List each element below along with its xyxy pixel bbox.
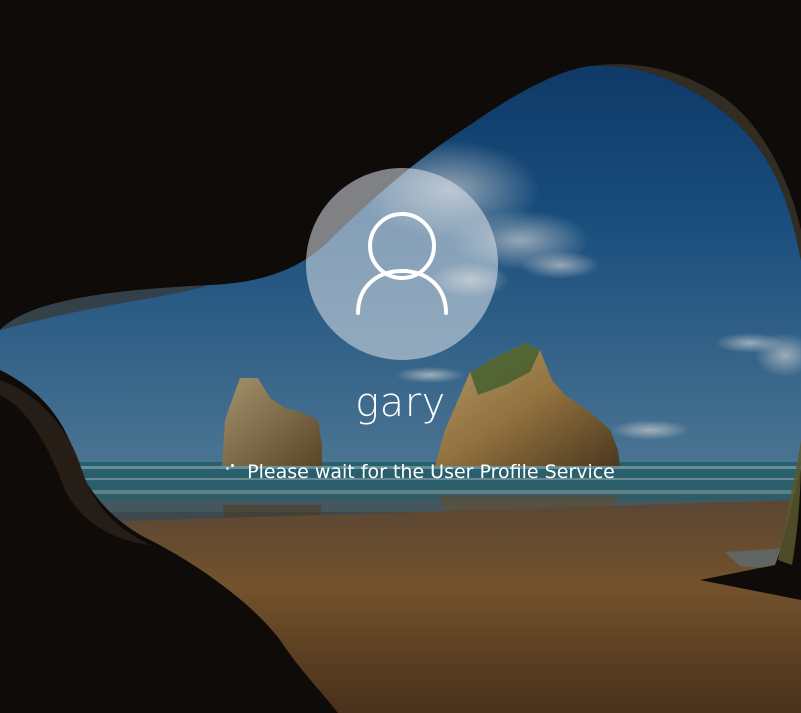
username-label: gary <box>355 380 446 426</box>
user-avatar <box>306 168 498 360</box>
status-message: Please wait for the User Profile Service <box>247 461 615 483</box>
user-silhouette-icon <box>356 212 448 315</box>
loading-spinner-icon <box>225 464 241 480</box>
status-message-row: Please wait for the User Profile Service <box>200 459 640 485</box>
sign-in-panel: gary Please wait for the User Profile Se… <box>0 0 801 713</box>
